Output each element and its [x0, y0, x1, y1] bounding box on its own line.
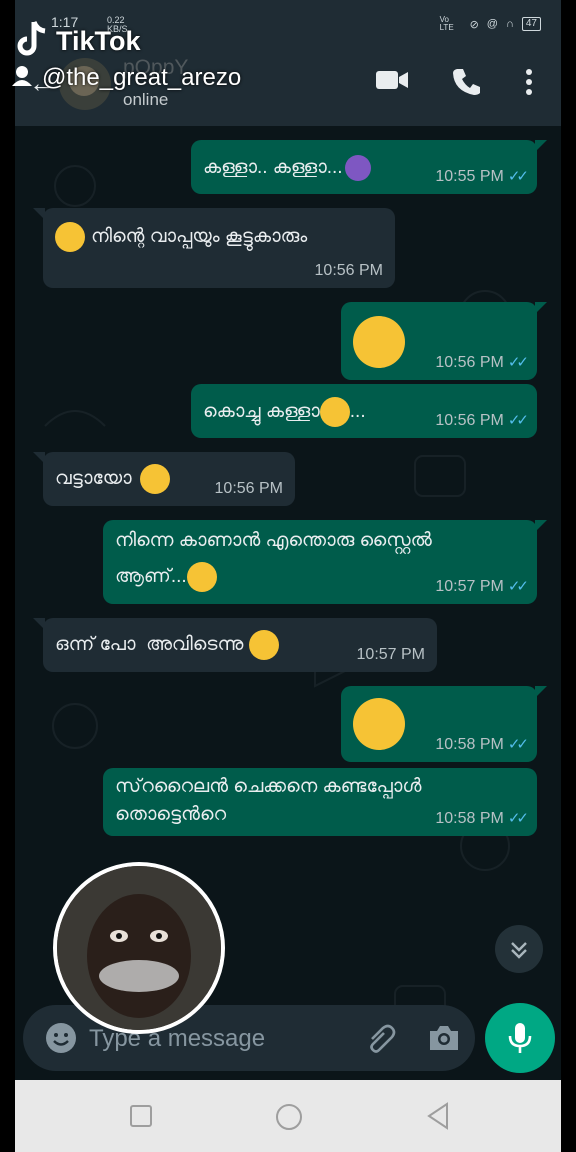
message-time: 10:56 PM: [314, 262, 383, 279]
message-meta: 10:58 PM ✓✓: [435, 810, 529, 827]
face-with-hand-over-mouth-emoji: [353, 698, 405, 750]
double-chevron-down-icon: [511, 942, 527, 959]
message-meta: 10:58 PM ✓✓: [435, 736, 529, 753]
message-text: വട്ടായോ: [55, 464, 170, 494]
tiktok-brand: TikTok: [56, 26, 141, 56]
message-text: കൊച്ചു കള്ളാ...: [203, 397, 366, 427]
home-icon[interactable]: [274, 1102, 304, 1132]
relieved-face-emoji: [319, 397, 350, 427]
message-bubble-outgoing[interactable]: സ്‌ററൈലൻ ചെക്കനെ കണ്ടപ്പോൾ തൊട്ടെൻറെ 10:…: [103, 768, 537, 836]
thinking-face-emoji: [139, 464, 170, 494]
message-text: ഒന്ന് പോ അവിടെന്നു: [55, 630, 280, 660]
message-text: കള്ളാ.. കള്ളാ...: [203, 155, 371, 181]
attach-icon[interactable]: [363, 1021, 397, 1055]
tiktok-username: @the_great_arezo: [42, 64, 242, 91]
more-options-icon[interactable]: [525, 68, 533, 96]
read-ticks-icon: ✓✓: [507, 810, 529, 827]
chat-screen: 1:17 0.22 KB/S Vo LTE ⊘ @ ∩ 47 ← pOppY o…: [15, 0, 561, 1080]
message-bubble-incoming[interactable]: നിന്റെ വാപ്പയും കൂട്ടുകാരും 10:56 PM: [33, 208, 395, 288]
message-meta: 10:57 PM ✓✓: [435, 578, 529, 595]
read-ticks-icon: ✓✓: [507, 412, 529, 429]
message-bubble-outgoing[interactable]: 10:56 PM ✓✓: [341, 302, 547, 380]
winking-face-emoji: [249, 630, 280, 660]
read-ticks-icon: ✓✓: [507, 354, 529, 371]
message-bubble-outgoing[interactable]: കള്ളാ.. കള്ളാ... 10:55 PM ✓✓: [191, 140, 547, 194]
message-text: നിന്നെ കാണാൻ എന്തൊരു സ്റ്റൈൽ: [115, 530, 432, 551]
fearful-face-emoji: [353, 316, 405, 368]
message-text-line-2: ആണ്...: [115, 562, 217, 592]
status-icons: Vo LTE ⊘ @ ∩ 47: [440, 16, 541, 32]
system-navigation-bar: [15, 1080, 561, 1152]
camera-icon[interactable]: [427, 1023, 461, 1053]
message-bubble-outgoing[interactable]: നിന്നെ കാണാൻ എന്തൊരു സ്റ്റൈൽ ആണ്... 10:5…: [103, 520, 547, 604]
microphone-icon: [508, 1023, 532, 1053]
message-meta: 10:55 PM ✓✓: [435, 168, 529, 185]
at-icon: @: [486, 18, 498, 30]
battery-icon: 47: [521, 17, 541, 31]
message-bubble-outgoing[interactable]: കൊച്ചു കള്ളാ... 10:56 PM ✓✓: [191, 384, 537, 438]
message-meta: 10:56 PM ✓✓: [435, 354, 529, 371]
read-ticks-icon: ✓✓: [507, 736, 529, 753]
video-call-icon[interactable]: [375, 68, 409, 92]
message-time: 10:57 PM: [356, 646, 425, 663]
message-bubble-incoming[interactable]: വട്ടായോ 10:56 PM: [33, 452, 295, 506]
tiktok-logo-icon: [17, 21, 46, 56]
user-icon: [12, 66, 32, 86]
face-with-monocle-emoji: [55, 222, 85, 252]
message-meta: 10:56 PM ✓✓: [435, 412, 529, 429]
voice-record-button[interactable]: [485, 1003, 555, 1073]
read-ticks-icon: ✓✓: [507, 168, 529, 185]
nerd-face-emoji: [186, 562, 217, 592]
message-time: 10:56 PM: [214, 480, 283, 497]
back-icon[interactable]: [425, 1102, 451, 1130]
message-bubble-incoming[interactable]: ഒന്ന് പോ അവിടെന്നു 10:57 PM: [33, 618, 437, 672]
no-disturb-icon: ⊘: [469, 18, 479, 31]
emoji-icon[interactable]: [45, 1022, 77, 1054]
read-ticks-icon: ✓✓: [507, 578, 529, 595]
volte-icon: Vo LTE: [439, 15, 454, 32]
message-bubble-outgoing[interactable]: 10:58 PM ✓✓: [341, 686, 547, 762]
scroll-to-bottom-button[interactable]: [495, 925, 543, 973]
phone-call-icon[interactable]: [451, 66, 481, 96]
video-overlay: [53, 862, 225, 1034]
message-text-line-2: തൊട്ടെൻറെ: [115, 804, 227, 825]
woman-gesturing-no-emoji: [344, 155, 371, 181]
contact-status: online: [123, 90, 169, 109]
headphone-icon: ∩: [505, 18, 514, 30]
message-text: നിന്റെ വാപ്പയും കൂട്ടുകാരും: [55, 222, 307, 252]
message-text: സ്‌ററൈലൻ ചെക്കനെ കണ്ടപ്പോൾ: [115, 776, 422, 797]
recent-apps-icon[interactable]: [129, 1104, 153, 1128]
